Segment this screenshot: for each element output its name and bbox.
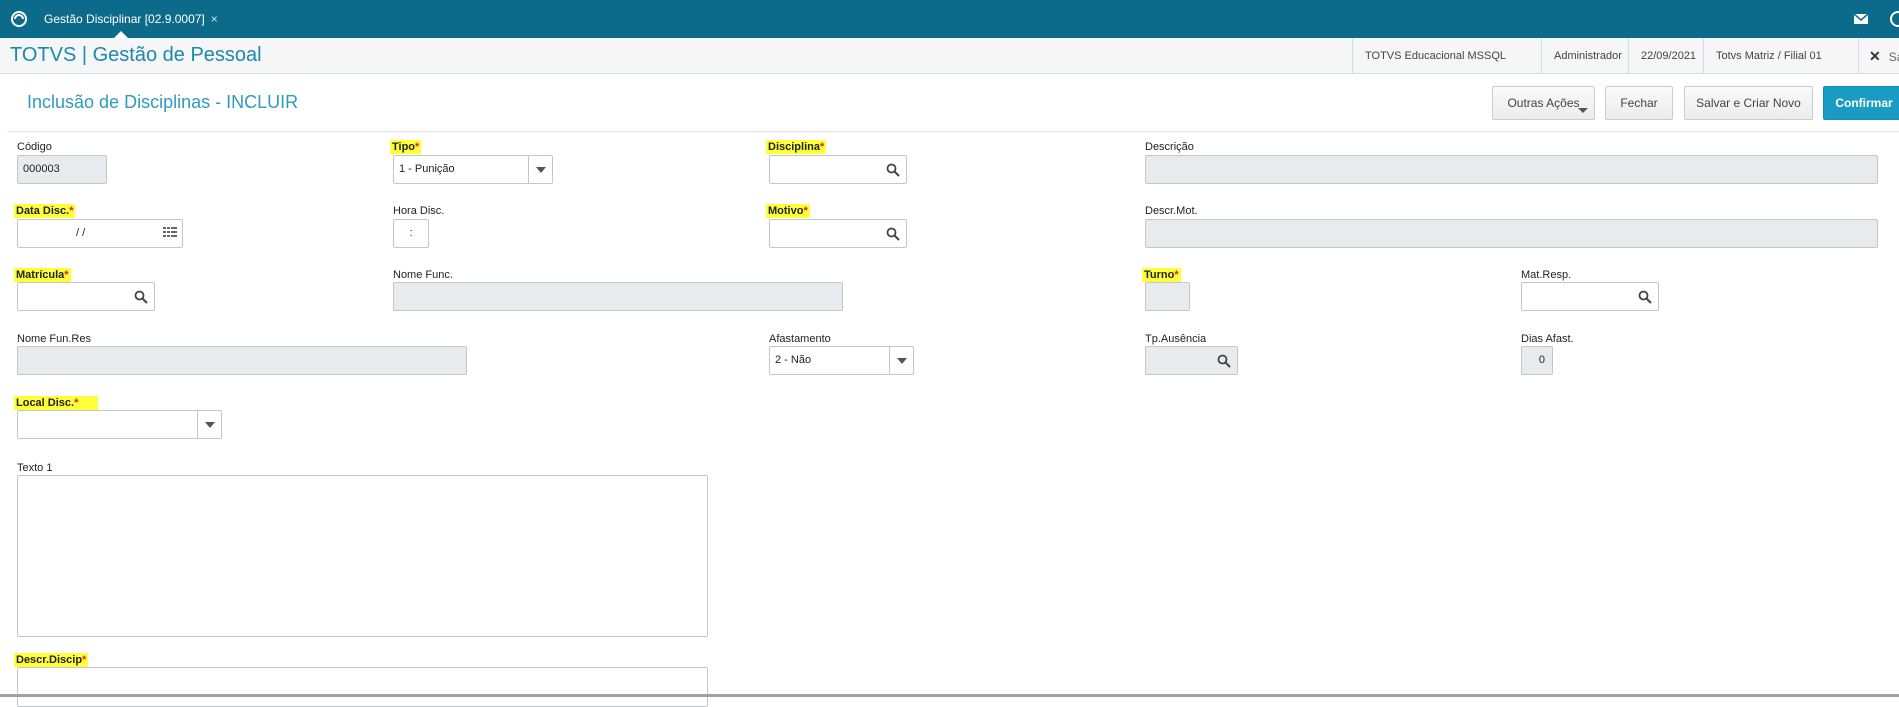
chevron-down-icon[interactable]	[528, 156, 552, 183]
local-disc-select[interactable]	[17, 410, 222, 439]
descr-mot-label: Descr.Mot.	[1145, 205, 1198, 217]
matricula-input[interactable]	[17, 282, 155, 311]
tipo-select[interactable]: 1 - Punição	[393, 155, 553, 184]
descr-mot-field[interactable]	[1145, 219, 1878, 248]
disciplina-input[interactable]	[769, 155, 907, 184]
mat-resp-input[interactable]	[1521, 282, 1659, 311]
branch-label[interactable]: Totvs Matriz / Filial 01	[1703, 38, 1843, 74]
data-disc-input[interactable]: / /	[17, 219, 183, 248]
descr-discip-label: Descr.Discip*	[14, 653, 89, 667]
data-disc-label: Data Disc.*	[14, 204, 76, 218]
tab-pointer	[114, 31, 128, 38]
close-icon[interactable]: ×	[211, 0, 218, 38]
save-and-new-button[interactable]: Salvar e Criar Novo	[1684, 86, 1813, 120]
turno-label: Turno*	[1142, 268, 1181, 282]
motivo-input[interactable]	[769, 219, 907, 248]
tp-ausencia-label: Tp.Ausência	[1145, 333, 1207, 345]
top-bar: Gestão Disciplinar [02.9.0007] ×	[0, 0, 1899, 38]
exit-button[interactable]: ✕Sai	[1858, 38, 1899, 75]
descr-discip-textarea[interactable]	[17, 667, 708, 707]
search-icon[interactable]	[134, 290, 148, 304]
codigo-field[interactable]: 000003	[17, 155, 107, 184]
nome-fun-res-field[interactable]	[17, 346, 467, 375]
mat-resp-label: Mat.Resp.	[1521, 269, 1572, 281]
turno-field[interactable]	[1145, 282, 1190, 311]
other-actions-button[interactable]: Outras Ações	[1492, 86, 1595, 120]
nome-fun-res-label: Nome Fun.Res	[17, 333, 91, 345]
dias-afast-field[interactable]: 0	[1521, 346, 1553, 375]
calendar-icon[interactable]	[163, 227, 177, 240]
brand-title: TOTVS | Gestão de Pessoal	[10, 44, 262, 66]
close-icon: ✕	[1869, 48, 1881, 64]
close-form-button[interactable]: Fechar	[1605, 86, 1673, 120]
codigo-label: Código	[17, 141, 52, 153]
afastamento-select[interactable]: 2 - Não	[769, 346, 914, 375]
chevron-down-icon[interactable]	[197, 411, 221, 438]
chevron-down-icon[interactable]	[889, 347, 913, 374]
texto1-textarea[interactable]	[17, 475, 708, 637]
local-disc-label: Local Disc.*	[14, 396, 99, 410]
nome-func-label: Nome Func.	[393, 269, 453, 281]
afastamento-label: Afastamento	[769, 333, 831, 345]
environment-label: TOTVS Educacional MSSQL P1227	[1352, 38, 1535, 98]
search-icon[interactable]	[1217, 354, 1231, 368]
motivo-label: Motivo*	[766, 204, 810, 218]
nome-func-field[interactable]	[393, 282, 843, 311]
chevron-down-icon	[1578, 108, 1588, 113]
tp-ausencia-input[interactable]	[1145, 346, 1238, 375]
date-label: 22/09/2021	[1628, 38, 1706, 74]
descricao-label: Descrição	[1145, 141, 1194, 153]
page-title: Inclusão de Disciplinas - INCLUIR	[27, 92, 299, 112]
matricula-label: Matrícula*	[14, 268, 71, 282]
dias-afast-label: Dias Afast.	[1521, 333, 1574, 345]
page-toolbar: Inclusão de Disciplinas - INCLUIR Outras…	[7, 74, 1899, 132]
tipo-label: Tipo*	[390, 140, 422, 154]
hora-disc-label: Hora Disc.	[393, 205, 445, 217]
app-header: TOTVS | Gestão de Pessoal TOTVS Educacio…	[0, 38, 1899, 98]
search-icon[interactable]	[886, 163, 900, 177]
descricao-field[interactable]	[1145, 155, 1878, 184]
hora-disc-input[interactable]: :	[393, 219, 429, 248]
help-circle-icon[interactable]	[1889, 10, 1899, 28]
search-icon[interactable]	[886, 227, 900, 241]
mail-icon[interactable]	[1853, 12, 1869, 26]
tab-gestao-disciplinar[interactable]: Gestão Disciplinar [02.9.0007] ×	[36, 0, 226, 38]
disciplina-label: Disciplina*	[766, 140, 827, 154]
confirm-button[interactable]: Confirmar	[1823, 86, 1899, 120]
search-icon[interactable]	[1638, 290, 1652, 304]
app-logo-icon[interactable]	[10, 10, 28, 28]
user-label[interactable]: Administrador	[1541, 38, 1631, 74]
texto1-label: Texto 1	[17, 462, 53, 474]
